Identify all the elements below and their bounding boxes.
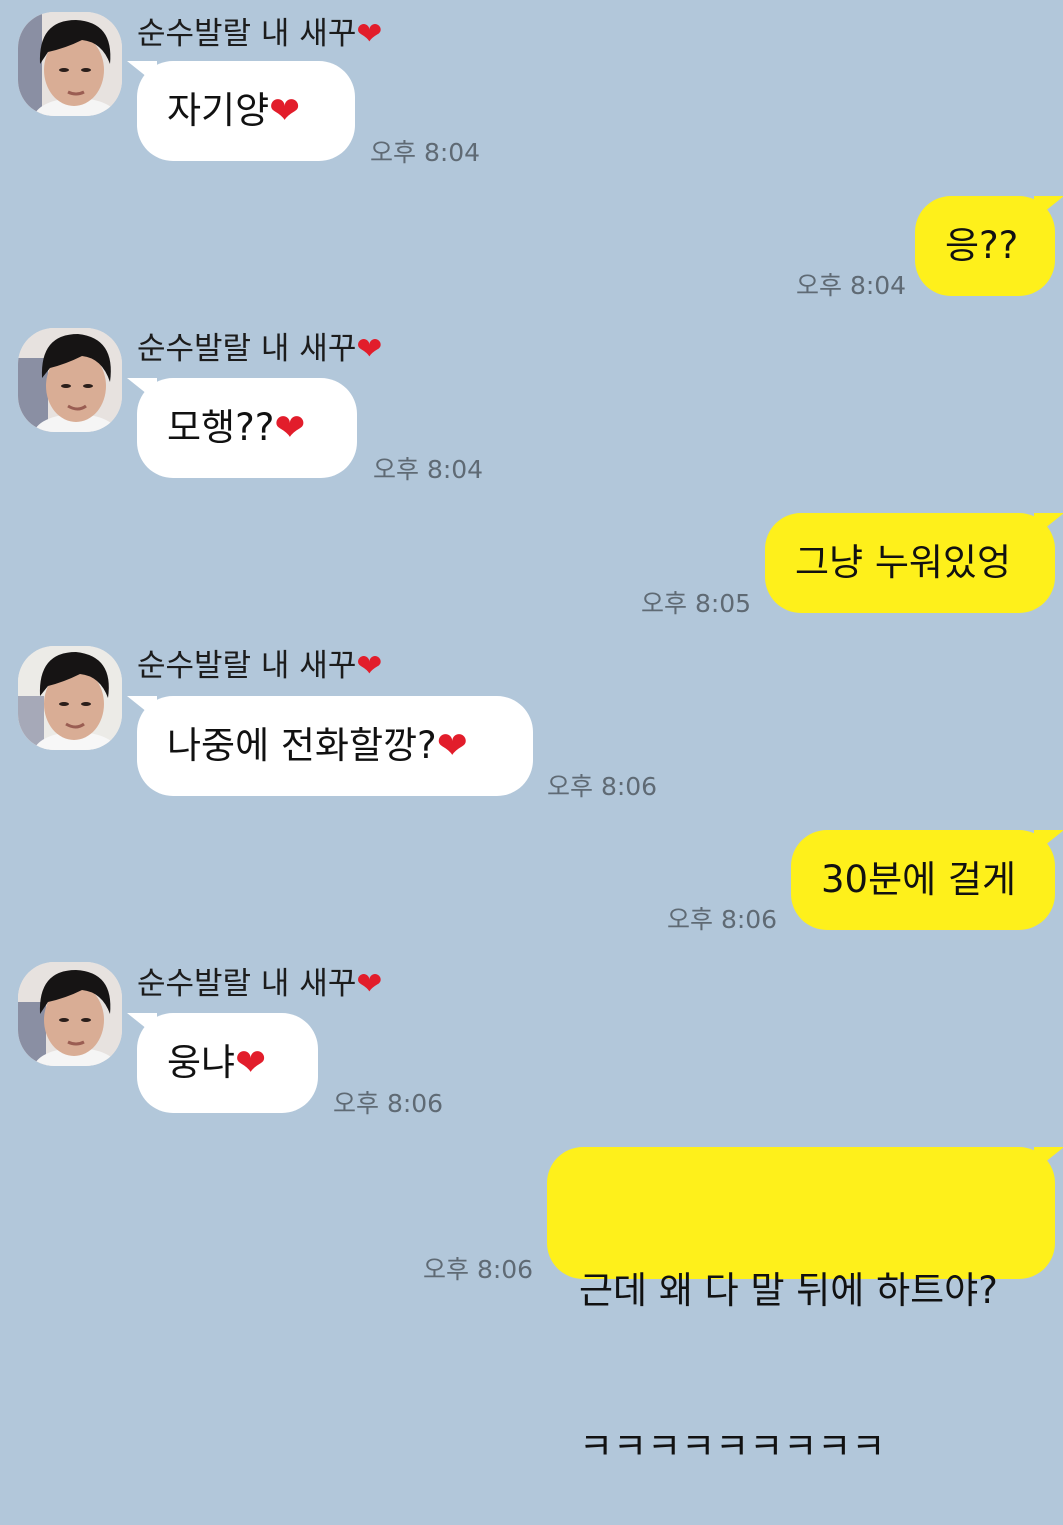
message-time: 오후 8:04 bbox=[370, 138, 481, 167]
message-time: 오후 8:05 bbox=[641, 589, 752, 618]
sender-avatar[interactable] bbox=[18, 328, 122, 432]
message-bubble-incoming[interactable]: 자기양❤ bbox=[137, 61, 355, 161]
message-text: 웅냐 bbox=[167, 1041, 236, 1084]
message-bubble-outgoing[interactable]: 그냥 누워있엉 bbox=[765, 513, 1055, 613]
sender-avatar[interactable] bbox=[18, 646, 122, 750]
message-bubble-outgoing[interactable]: 응?? bbox=[915, 196, 1055, 296]
message-time: 오후 8:04 bbox=[796, 271, 907, 300]
heart-icon: ❤ bbox=[356, 648, 383, 684]
message-time: 오후 8:06 bbox=[333, 1089, 444, 1118]
sender-name: 순수발랄 내 새꾸❤ bbox=[137, 964, 382, 1004]
sender-name-text: 순수발랄 내 새꾸 bbox=[137, 16, 357, 52]
heart-icon: ❤ bbox=[356, 966, 383, 1002]
message-time: 오후 8:06 bbox=[667, 905, 778, 934]
message-time: 오후 8:06 bbox=[547, 772, 658, 801]
message-text: 모행?? bbox=[167, 406, 275, 449]
message-text: 자기양 bbox=[167, 89, 270, 132]
message-text: 나중에 전화할깡? bbox=[167, 724, 437, 767]
message-bubble-incoming[interactable]: 나중에 전화할깡?❤ bbox=[137, 696, 533, 796]
profile-photo-icon bbox=[18, 12, 122, 116]
message-text: 그냥 누워있엉 bbox=[795, 541, 1012, 584]
message-text-line: 근데 왜 다 말 뒤에 하트야? bbox=[579, 1269, 998, 1312]
message-time: 오후 8:04 bbox=[373, 455, 484, 484]
heart-icon: ❤ bbox=[269, 89, 301, 132]
message-bubble-outgoing[interactable]: 근데 왜 다 말 뒤에 하트야? ㅋㅋㅋㅋㅋㅋㅋㅋㅋ bbox=[547, 1147, 1055, 1468]
profile-photo-icon bbox=[18, 646, 122, 750]
sender-name-text: 순수발랄 내 새꾸 bbox=[137, 648, 357, 684]
sender-name: 순수발랄 내 새꾸❤ bbox=[137, 14, 382, 54]
heart-icon: ❤ bbox=[356, 331, 383, 367]
sender-name: 순수발랄 내 새꾸❤ bbox=[137, 329, 382, 369]
sender-avatar[interactable] bbox=[18, 962, 122, 1066]
sender-name-text: 순수발랄 내 새꾸 bbox=[137, 966, 357, 1002]
message-text-line: ㅋㅋㅋㅋㅋㅋㅋㅋㅋ bbox=[579, 1425, 886, 1468]
message-bubble-incoming[interactable]: 웅냐❤ bbox=[137, 1013, 318, 1113]
sender-avatar[interactable] bbox=[18, 12, 122, 116]
message-bubble-incoming[interactable]: 모행??❤ bbox=[137, 378, 357, 478]
heart-icon: ❤ bbox=[235, 1041, 267, 1084]
message-text: 응?? bbox=[945, 224, 1019, 267]
profile-photo-icon bbox=[18, 328, 122, 432]
sender-name-text: 순수발랄 내 새꾸 bbox=[137, 331, 357, 367]
heart-icon: ❤ bbox=[356, 16, 383, 52]
heart-icon: ❤ bbox=[274, 406, 306, 449]
profile-photo-icon bbox=[18, 962, 122, 1066]
message-time: 오후 8:06 bbox=[423, 1255, 534, 1284]
message-text: 30분에 걸게 bbox=[821, 858, 1017, 901]
heart-icon: ❤ bbox=[436, 724, 468, 767]
message-bubble-outgoing[interactable]: 30분에 걸게 bbox=[791, 830, 1055, 930]
sender-name: 순수발랄 내 새꾸❤ bbox=[137, 646, 382, 686]
